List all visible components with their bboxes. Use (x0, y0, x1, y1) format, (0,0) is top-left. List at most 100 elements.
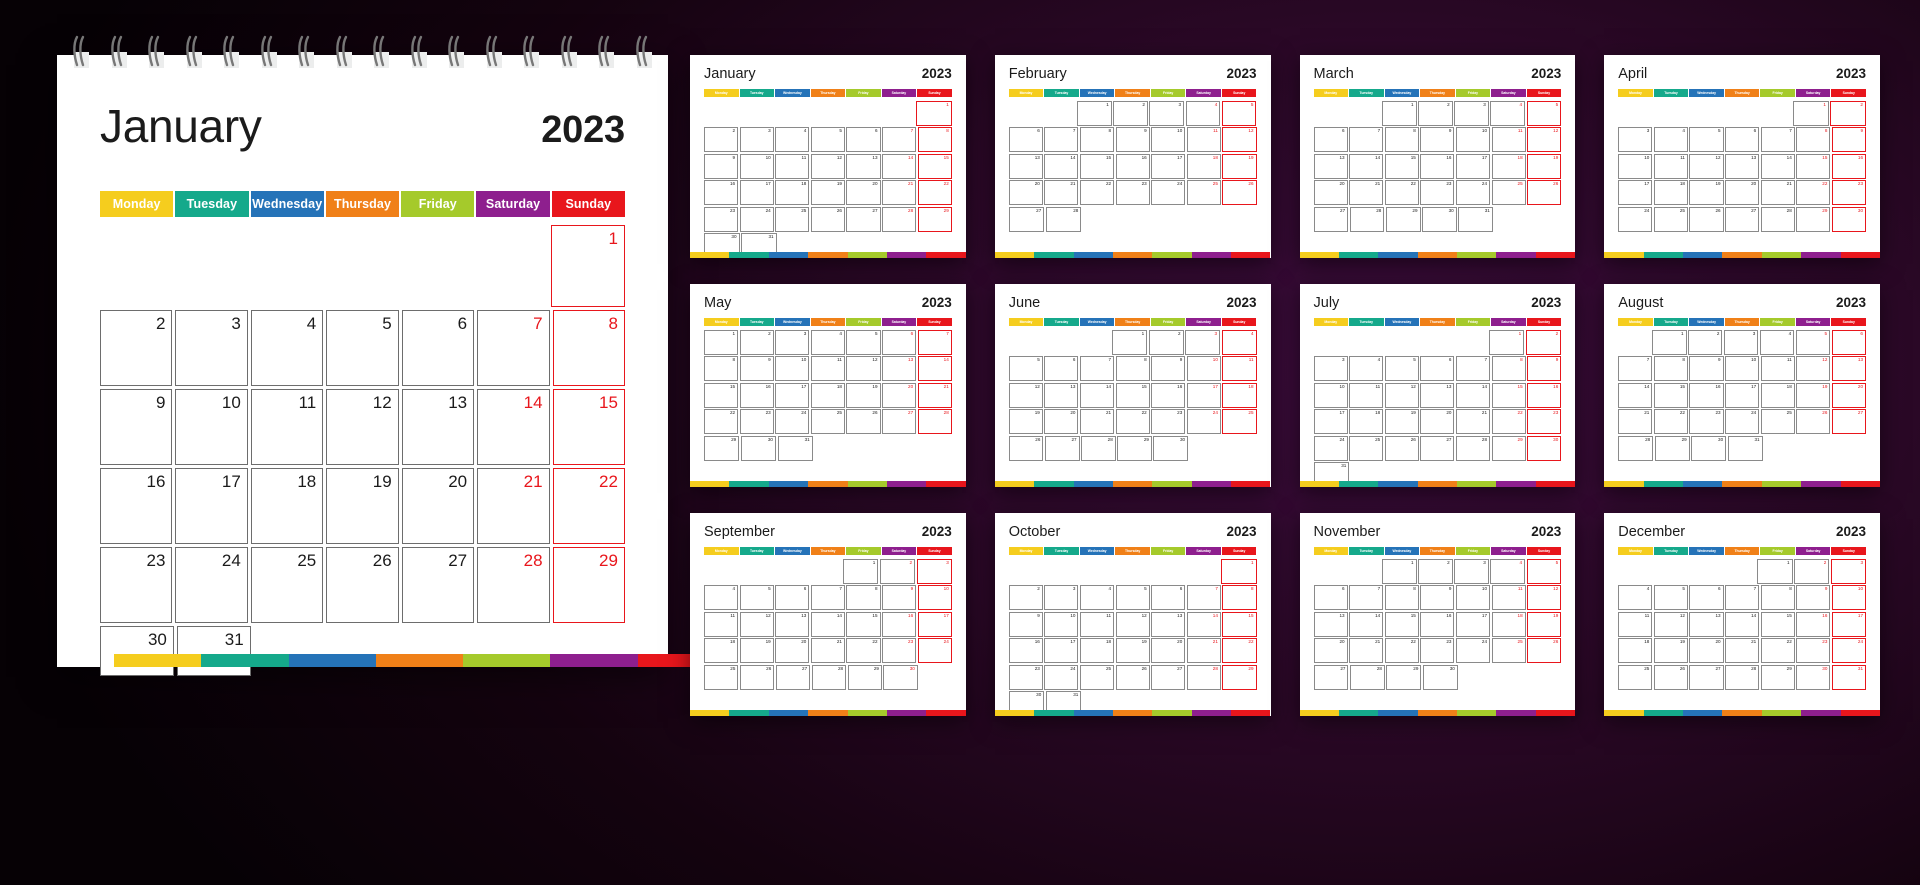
day-cell[interactable]: 28 (477, 547, 550, 623)
day-cell[interactable]: 27 (882, 409, 917, 434)
day-cell[interactable]: 8 (704, 356, 739, 381)
day-cell[interactable]: 1 (550, 225, 625, 307)
day-cell[interactable]: 25 (1491, 638, 1526, 663)
day-cell[interactable]: 10 (1725, 356, 1760, 381)
day-cell[interactable]: 20 (882, 382, 917, 408)
day-cell[interactable]: 12 (326, 389, 399, 465)
day-cell[interactable]: 6 (1044, 356, 1079, 381)
day-cell[interactable]: 12 (1527, 127, 1562, 152)
day-cell[interactable]: 24 (1455, 638, 1491, 663)
day-cell[interactable]: 25 (1491, 180, 1526, 205)
day-cell[interactable]: 18 (704, 638, 739, 663)
day-cell[interactable]: 14 (1725, 611, 1760, 637)
day-cell[interactable]: 17 (1455, 611, 1491, 637)
day-cell[interactable]: 21 (1725, 638, 1760, 663)
day-cell[interactable]: 12 (1653, 611, 1688, 637)
day-cell[interactable]: 24 (1455, 180, 1491, 205)
day-cell[interactable]: 20 (1831, 382, 1867, 408)
day-cell[interactable]: 20 (1725, 180, 1760, 205)
day-cell[interactable]: 3 (916, 558, 952, 584)
day-cell[interactable]: 26 (810, 206, 845, 232)
day-cell[interactable]: 8 (1384, 127, 1419, 152)
day-cell[interactable]: 4 (250, 310, 324, 386)
day-cell[interactable]: 20 (1044, 409, 1079, 434)
day-cell[interactable]: 1 (1488, 329, 1525, 355)
day-cell[interactable]: 1 (1112, 329, 1148, 355)
day-cell[interactable]: 28 (811, 664, 847, 690)
day-cell[interactable]: 27 (1313, 206, 1349, 232)
day-cell[interactable]: 5 (1526, 558, 1562, 584)
day-cell[interactable]: 22 (704, 409, 739, 434)
day-cell[interactable]: 16 (1527, 382, 1562, 408)
day-cell[interactable]: 23 (1115, 180, 1150, 205)
day-cell[interactable]: 17 (1455, 153, 1491, 179)
day-cell[interactable]: 30 (1422, 664, 1458, 690)
day-cell[interactable]: 10 (739, 153, 774, 179)
day-cell[interactable]: 6 (1689, 585, 1724, 610)
day-cell[interactable]: 5 (846, 329, 881, 355)
day-cell[interactable]: 8 (1796, 127, 1831, 152)
day-cell[interactable]: 10 (917, 585, 952, 610)
day-cell[interactable]: 25 (1186, 180, 1221, 205)
day-cell[interactable]: 21 (1760, 180, 1795, 205)
day-cell[interactable]: 3 (1830, 558, 1866, 584)
day-cell[interactable]: 25 (1618, 664, 1653, 690)
day-cell[interactable]: 16 (882, 611, 917, 637)
day-cell[interactable]: 23 (1796, 638, 1831, 663)
day-cell[interactable]: 27 (846, 206, 881, 232)
day-cell[interactable]: 1 (1220, 558, 1257, 584)
day-cell[interactable]: 17 (1313, 409, 1348, 434)
day-cell[interactable]: 11 (1653, 153, 1688, 179)
day-cell[interactable]: 18 (1222, 382, 1257, 408)
day-cell[interactable]: 26 (326, 547, 399, 623)
day-cell[interactable]: 5 (1115, 585, 1150, 610)
day-cell[interactable]: 14 (1349, 153, 1384, 179)
day-cell[interactable]: 7 (1349, 127, 1384, 152)
day-cell[interactable]: 15 (1491, 382, 1526, 408)
day-cell[interactable]: 8 (1491, 356, 1526, 381)
day-cell[interactable]: 29 (1491, 435, 1526, 461)
day-cell[interactable]: 20 (1313, 638, 1348, 663)
day-cell[interactable]: 18 (1349, 409, 1384, 434)
day-cell[interactable]: 13 (1725, 153, 1760, 179)
day-cell[interactable]: 31 (1458, 206, 1493, 232)
day-cell[interactable]: 25 (775, 206, 810, 232)
day-cell[interactable]: 13 (401, 389, 475, 465)
day-cell[interactable]: 17 (1831, 611, 1867, 637)
day-cell[interactable]: 3 (1149, 100, 1185, 126)
day-cell[interactable]: 11 (1186, 127, 1221, 152)
day-cell[interactable]: 4 (775, 127, 810, 152)
day-cell[interactable]: 19 (1653, 638, 1688, 663)
day-cell[interactable]: 23 (882, 638, 917, 663)
day-cell[interactable]: 6 (846, 127, 881, 152)
day-cell[interactable]: 27 (1313, 664, 1349, 690)
day-cell[interactable]: 12 (846, 356, 881, 381)
day-cell[interactable]: 19 (1796, 382, 1831, 408)
day-cell[interactable]: 21 (477, 468, 550, 544)
day-cell[interactable]: 11 (1349, 382, 1384, 408)
day-cell[interactable]: 4 (1618, 585, 1653, 610)
day-cell[interactable]: 26 (1527, 638, 1562, 663)
day-cell[interactable]: 15 (1384, 153, 1419, 179)
day-cell[interactable]: 29 (1385, 206, 1421, 232)
day-cell[interactable]: 31 (1727, 435, 1763, 461)
day-cell[interactable]: 3 (175, 310, 248, 386)
day-cell[interactable]: 16 (1151, 382, 1186, 408)
day-cell[interactable]: 18 (1760, 382, 1795, 408)
day-cell[interactable]: 6 (1725, 127, 1760, 152)
day-cell[interactable]: 15 (1760, 611, 1795, 637)
day-cell[interactable]: 3 (775, 329, 810, 355)
day-cell[interactable]: 10 (1313, 382, 1348, 408)
day-cell[interactable]: 21 (810, 638, 845, 663)
day-cell[interactable]: 11 (810, 356, 845, 381)
day-cell[interactable]: 29 (1796, 206, 1831, 232)
day-cell[interactable]: 9 (1420, 127, 1455, 152)
day-cell[interactable]: 8 (846, 585, 881, 610)
day-cell[interactable]: 16 (1831, 153, 1867, 179)
day-cell[interactable]: 22 (1760, 638, 1795, 663)
day-cell[interactable]: 5 (326, 310, 399, 386)
day-cell[interactable]: 22 (552, 468, 625, 544)
day-cell[interactable]: 23 (100, 547, 173, 623)
day-cell[interactable]: 12 (1527, 585, 1562, 610)
day-cell[interactable]: 3 (1313, 356, 1348, 381)
